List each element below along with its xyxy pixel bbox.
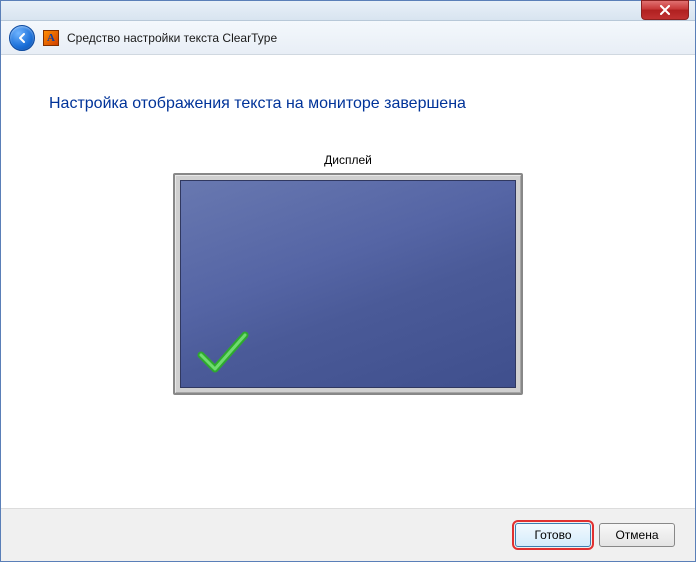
nav-row: A Средство настройки текста ClearType [1,21,695,55]
display-label: Дисплей [324,153,372,167]
wizard-window: A Средство настройки текста ClearType На… [0,0,696,562]
finish-button[interactable]: Готово [515,523,591,547]
window-title: Средство настройки текста ClearType [67,31,277,45]
back-button[interactable] [9,25,35,51]
button-row: Готово Отмена [1,508,695,561]
close-button[interactable] [641,0,689,20]
checkmark-icon [195,329,251,377]
monitor-frame [173,173,523,395]
titlebar [1,1,695,21]
content-area: Настройка отображения текста на мониторе… [1,55,695,508]
close-icon [659,5,671,15]
page-title: Настройка отображения текста на мониторе… [49,95,466,113]
monitor-screen [180,180,516,388]
back-arrow-icon [15,31,29,45]
cancel-button[interactable]: Отмена [599,523,675,547]
app-icon: A [43,30,59,46]
app-icon-glyph: A [47,32,55,44]
